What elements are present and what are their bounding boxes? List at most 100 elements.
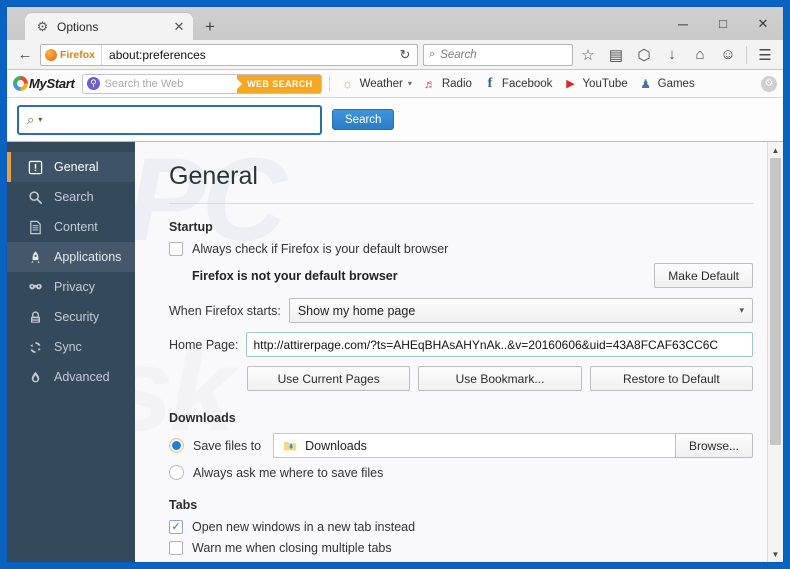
warn-closing-tabs-label: Warn me when closing multiple tabs [192, 541, 392, 555]
sidebar-item-label: General [54, 160, 99, 174]
sidebar-item-label: Search [54, 190, 94, 204]
mystart-logo[interactable]: MyStart [13, 76, 78, 91]
tab-close-icon[interactable]: ✕ [171, 19, 187, 35]
home-page-label: Home Page: [169, 337, 239, 352]
download-folder-field[interactable]: Downloads [273, 433, 675, 458]
window-maximize-button[interactable]: □ [703, 10, 743, 37]
save-files-to-label: Save files to [193, 438, 262, 453]
sidebar-item-applications[interactable]: Applications [7, 242, 135, 272]
make-default-button[interactable]: Make Default [654, 263, 753, 288]
downloads-icon[interactable]: ↓ [659, 43, 685, 67]
scroll-up-arrow-icon[interactable]: ▲ [768, 142, 783, 158]
scroll-down-arrow-icon[interactable]: ▼ [768, 546, 783, 562]
mystart-divider [328, 75, 330, 92]
identity-box[interactable]: Firefox [41, 44, 103, 65]
search-icon: ⌕ [27, 111, 35, 127]
firefox-logo-icon [45, 48, 57, 61]
not-default-note: Firefox is not your default browser [192, 268, 398, 283]
menu-hamburger-icon[interactable]: ☰ [752, 43, 778, 67]
sidebar-item-label: Sync [54, 340, 82, 354]
sidebar-item-privacy[interactable]: Privacy [7, 272, 135, 302]
big-search-input[interactable]: ⌕ ▾ [17, 104, 322, 135]
reader-list-icon[interactable]: ▤ [603, 43, 629, 67]
sidebar-item-general[interactable]: General [7, 152, 135, 182]
save-files-to-row: Save files to Downloads Browse... [169, 433, 753, 458]
mystart-search-placeholder: Search the Web [104, 77, 184, 90]
mystart-item-label: Facebook [501, 77, 553, 90]
sidebar-item-security[interactable]: Security [7, 302, 135, 332]
when-firefox-starts-select[interactable]: Show my home page ▾ [288, 298, 753, 323]
bookmark-star-icon[interactable]: ☆ [575, 43, 601, 67]
sidebar-item-advanced[interactable]: Advanced [7, 362, 135, 392]
use-current-pages-button[interactable]: Use Current Pages [247, 366, 411, 391]
when-firefox-starts-label: When Firefox starts: [169, 303, 281, 318]
chevron-down-icon[interactable]: ▾ [38, 115, 42, 124]
when-firefox-starts-row: When Firefox starts: Show my home page ▾ [169, 298, 753, 323]
back-button[interactable]: ← [12, 43, 38, 67]
mystart-item-facebook[interactable]: f Facebook [479, 76, 556, 92]
tabs-heading: Tabs [169, 498, 198, 512]
mystart-item-games[interactable]: ♟ Games [635, 76, 698, 92]
gear-icon: ⚙ [36, 19, 49, 34]
mystart-search-icon: ⚲ [83, 77, 105, 90]
when-firefox-starts-value: Show my home page [297, 303, 416, 318]
always-check-default-checkbox[interactable] [169, 242, 183, 256]
security-lock-icon [27, 309, 43, 325]
search-icon: ⌕ [429, 48, 436, 60]
toolbar-search-box[interactable]: ⌕ Search [423, 43, 573, 66]
chevron-down-icon[interactable]: ▾ [408, 79, 412, 88]
sidebar-item-content[interactable]: Content [7, 212, 135, 242]
tab-strip: ⚙ Options ✕ + ─ □ ✕ [7, 7, 783, 40]
url-text: about:preferences [109, 47, 206, 62]
mystart-settings-gear-icon[interactable]: ⚙ [761, 75, 777, 92]
applications-icon [27, 249, 43, 265]
page-title: General [169, 162, 258, 190]
content-icon [27, 219, 43, 235]
new-tab-button[interactable]: + [197, 14, 223, 40]
feedback-smiley-icon[interactable]: ☺ [715, 43, 741, 67]
address-bar[interactable]: Firefox about:preferences ↻ [40, 43, 418, 66]
mystart-item-youtube[interactable]: ▶ YouTube [559, 76, 630, 92]
home-page-buttons: Use Current Pages Use Bookmark... Restor… [247, 366, 753, 391]
mystart-item-label: Weather [359, 77, 403, 90]
sidebar-item-label: Content [54, 220, 98, 234]
window-controls: ─ □ ✕ [663, 7, 783, 40]
save-files-to-radio[interactable] [169, 438, 184, 453]
content-scrollbar[interactable]: ▲ ▼ [767, 142, 783, 562]
sidebar-item-sync[interactable]: Sync [7, 332, 135, 362]
window-minimize-button[interactable]: ─ [663, 10, 703, 37]
scrollbar-track[interactable] [768, 158, 783, 546]
scrollbar-thumb[interactable] [770, 158, 781, 446]
pocket-icon[interactable]: ⬡ [631, 43, 657, 67]
web-search-button[interactable]: WEB SEARCH [237, 74, 321, 93]
mystart-item-radio[interactable]: ♬ Radio [419, 76, 475, 92]
general-icon [27, 159, 43, 175]
always-ask-radio[interactable] [169, 465, 184, 480]
mystart-item-weather[interactable]: ☼ Weather ▾ [337, 76, 415, 92]
folder-download-icon [283, 439, 297, 453]
mystart-logo-icon [13, 76, 28, 91]
restore-to-default-button[interactable]: Restore to Default [589, 366, 753, 391]
search-placeholder: Search [440, 48, 477, 61]
big-search-button[interactable]: Search [332, 109, 395, 130]
not-default-row: Firefox is not your default browser Make… [169, 263, 753, 288]
use-bookmark-button[interactable]: Use Bookmark... [418, 366, 582, 391]
joystick-icon: ♟ [640, 76, 652, 91]
general-pane: General Startup Always check if Firefox … [135, 142, 783, 562]
reload-icon[interactable]: ↻ [393, 45, 417, 65]
warn-closing-tabs-checkbox[interactable] [169, 541, 183, 555]
mystart-item-label: Games [657, 77, 695, 90]
home-page-input[interactable]: http://attirerpage.com/?ts=AHEqBHAsAHYnA… [246, 332, 753, 357]
use-bookmark-label: Use Bookmark... [455, 371, 545, 386]
mystart-search-box[interactable]: ⚲ Search the Web WEB SEARCH [81, 73, 322, 94]
home-icon[interactable]: ⌂ [687, 43, 713, 67]
open-new-windows-checkbox[interactable]: ✓ [169, 520, 183, 534]
browse-button[interactable]: Browse... [674, 433, 753, 458]
sync-icon [27, 339, 43, 355]
browser-tab-options[interactable]: ⚙ Options ✕ [25, 13, 193, 40]
secondary-search-panel: ⌕ ▾ Search [7, 98, 783, 142]
window-close-button[interactable]: ✕ [743, 10, 783, 37]
sidebar-item-label: Applications [54, 250, 122, 264]
sidebar-item-search[interactable]: Search [7, 182, 135, 212]
mystart-toolbar: MyStart ⚲ Search the Web WEB SEARCH ☼ We… [7, 70, 783, 98]
